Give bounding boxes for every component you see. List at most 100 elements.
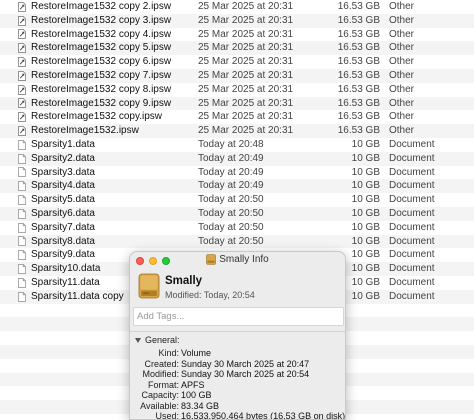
file-size: 16.53 GB <box>337 14 380 26</box>
info-field: Kind: Volume <box>130 348 345 359</box>
list-item[interactable]: RestoreImage1532 copy.ipsw 25 Mar 2025 at… <box>0 110 474 124</box>
file-name: Sparsity7.data <box>31 221 95 233</box>
document-icon <box>17 138 27 152</box>
file-size: 16.53 GB <box>337 125 380 137</box>
list-item[interactable]: Sparsity8.data Today at 20:50 10 GB Documen… <box>0 234 474 249</box>
document-icon <box>17 221 27 235</box>
info-titlebar[interactable]: Smally Info <box>130 252 345 269</box>
file-name: Sparsity3.data <box>31 166 95 178</box>
ipsw-file-icon <box>17 110 27 124</box>
ipsw-file-icon <box>17 55 27 69</box>
info-field: Capacity: 100 GB <box>130 390 345 401</box>
document-icon <box>17 235 27 249</box>
list-item[interactable]: Sparsity3.data Today at 20:49 10 GB Documen… <box>0 166 474 180</box>
list-item[interactable]: RestoreImage1532 copy 2.ipsw 25 Mar 2025 … <box>0 0 474 14</box>
field-value: Sunday 30 March 2025 at 20:54 <box>181 369 310 379</box>
file-kind: Other <box>389 69 415 81</box>
list-item[interactable]: RestoreImage1532 copy 7.ipsw 25 Mar 2025 … <box>0 68 474 83</box>
file-kind: Document <box>389 235 435 247</box>
file-kind: Other <box>389 83 415 95</box>
file-kind: Document <box>389 152 435 164</box>
file-kind: Document <box>389 249 435 261</box>
file-name: Sparsity5.data <box>31 194 95 206</box>
file-name: Sparsity1.data <box>31 138 95 150</box>
file-kind: Document <box>389 194 435 206</box>
file-kind <box>389 345 469 359</box>
list-item[interactable]: Sparsity6.data Today at 20:50 10 GB Documen… <box>0 206 474 221</box>
document-icon <box>17 262 27 276</box>
ipsw-file-icon <box>17 41 27 55</box>
file-kind <box>389 386 469 400</box>
field-key: Available: <box>140 400 179 411</box>
file-size: 16.53 GB <box>337 69 380 81</box>
info-field: Available: 83.34 GB <box>130 400 345 412</box>
file-name: Sparsity2.data <box>31 152 95 164</box>
ipsw-file-icon <box>17 69 27 83</box>
document-icon <box>17 193 27 207</box>
file-size: 10 GB <box>351 194 380 206</box>
file-size: 16.53 GB <box>337 1 380 12</box>
file-name: RestoreImage1532 copy 7.ipsw <box>31 69 172 81</box>
file-size: 10 GB <box>351 166 380 178</box>
divider <box>130 331 345 332</box>
list-item[interactable]: RestoreImage1532 copy 5.ipsw 25 Mar 2025 … <box>0 41 474 56</box>
general-section-toggle[interactable]: General: <box>135 335 180 345</box>
field-value: 16,533,950,464 bytes (16.53 GB on disk) <box>181 411 346 420</box>
field-value: APFS <box>181 379 205 390</box>
file-name: RestoreImage1532 copy 6.ipsw <box>31 56 172 68</box>
info-window: Smally Info Smally Modified: Today, 20:5… <box>129 251 346 420</box>
info-header: Smally Modified: Today, 20:54 <box>130 269 345 303</box>
ipsw-file-icon <box>17 97 27 111</box>
field-key: Format: <box>147 379 179 390</box>
file-name: RestoreImage1532 copy 4.ipsw <box>31 28 172 40</box>
file-name: Sparsity8.data <box>31 235 95 247</box>
file-name: RestoreImage1532.ipsw <box>31 125 139 137</box>
disclosure-triangle-icon <box>135 337 141 343</box>
general-section-label: General: <box>145 335 180 345</box>
file-kind: Other <box>389 97 415 109</box>
file-kind <box>389 414 469 420</box>
external-drive-icon <box>138 273 160 299</box>
document-icon <box>17 166 27 180</box>
list-item[interactable]: Sparsity2.data Today at 20:49 10 GB Documen… <box>0 151 474 166</box>
list-item[interactable]: RestoreImage1532.ipsw 25 Mar 2025 at 20:3… <box>0 124 474 138</box>
file-kind: Other <box>389 56 415 68</box>
list-item[interactable]: Sparsity4.data Today at 20:49 10 GB Documen… <box>0 179 474 194</box>
file-size: 16.53 GB <box>337 56 380 68</box>
list-item[interactable]: RestoreImage1532 copy 9.ipsw 25 Mar 2025 … <box>0 96 474 111</box>
field-value: 83.34 GB <box>181 400 220 411</box>
document-icon <box>17 207 27 221</box>
list-item[interactable]: Sparsity1.data Today at 20:48 10 GB Documen… <box>0 138 474 152</box>
field-key: Capacity: <box>141 390 179 400</box>
file-kind: Other <box>389 28 415 40</box>
file-kind: Other <box>389 42 415 54</box>
file-kind: Other <box>389 125 415 137</box>
list-item[interactable]: Sparsity7.data Today at 20:50 10 GB Documen… <box>0 221 474 235</box>
file-kind: Document <box>389 180 435 192</box>
document-icon <box>17 248 27 262</box>
info-field: Created: Sunday 30 March 2025 at 20:47 <box>130 359 345 370</box>
file-size: 10 GB <box>351 138 380 150</box>
ipsw-file-icon <box>17 124 27 138</box>
file-name: RestoreImage1532 copy.ipsw <box>31 111 162 123</box>
external-drive-icon <box>206 254 217 265</box>
file-size: 16.53 GB <box>337 111 380 123</box>
file-size: 16.53 GB <box>337 97 380 109</box>
list-item[interactable]: RestoreImage1532 copy 3.ipsw 25 Mar 2025 … <box>0 13 474 28</box>
document-icon <box>17 290 27 304</box>
list-item[interactable]: RestoreImage1532 copy 4.ipsw 25 Mar 2025 … <box>0 28 474 42</box>
field-key: Modified: <box>142 369 179 379</box>
list-item[interactable]: RestoreImage1532 copy 8.ipsw 25 Mar 2025 … <box>0 83 474 97</box>
file-name: Sparsity6.data <box>31 207 95 219</box>
tags-input[interactable]: Add Tags... <box>133 307 344 326</box>
window-title-text: Smally Info <box>219 254 269 265</box>
ipsw-file-icon <box>17 14 27 28</box>
file-kind: Document <box>389 276 435 288</box>
file-size: 10 GB <box>351 221 380 233</box>
field-value: 100 GB <box>181 390 212 400</box>
list-item[interactable]: Sparsity5.data Today at 20:50 10 GB Documen… <box>0 193 474 207</box>
list-item[interactable]: RestoreImage1532 copy 6.ipsw 25 Mar 2025 … <box>0 55 474 69</box>
volume-modified: Modified: Today, 20:54 <box>165 290 255 300</box>
ipsw-file-icon <box>17 28 27 42</box>
file-size: 16.53 GB <box>337 42 380 54</box>
